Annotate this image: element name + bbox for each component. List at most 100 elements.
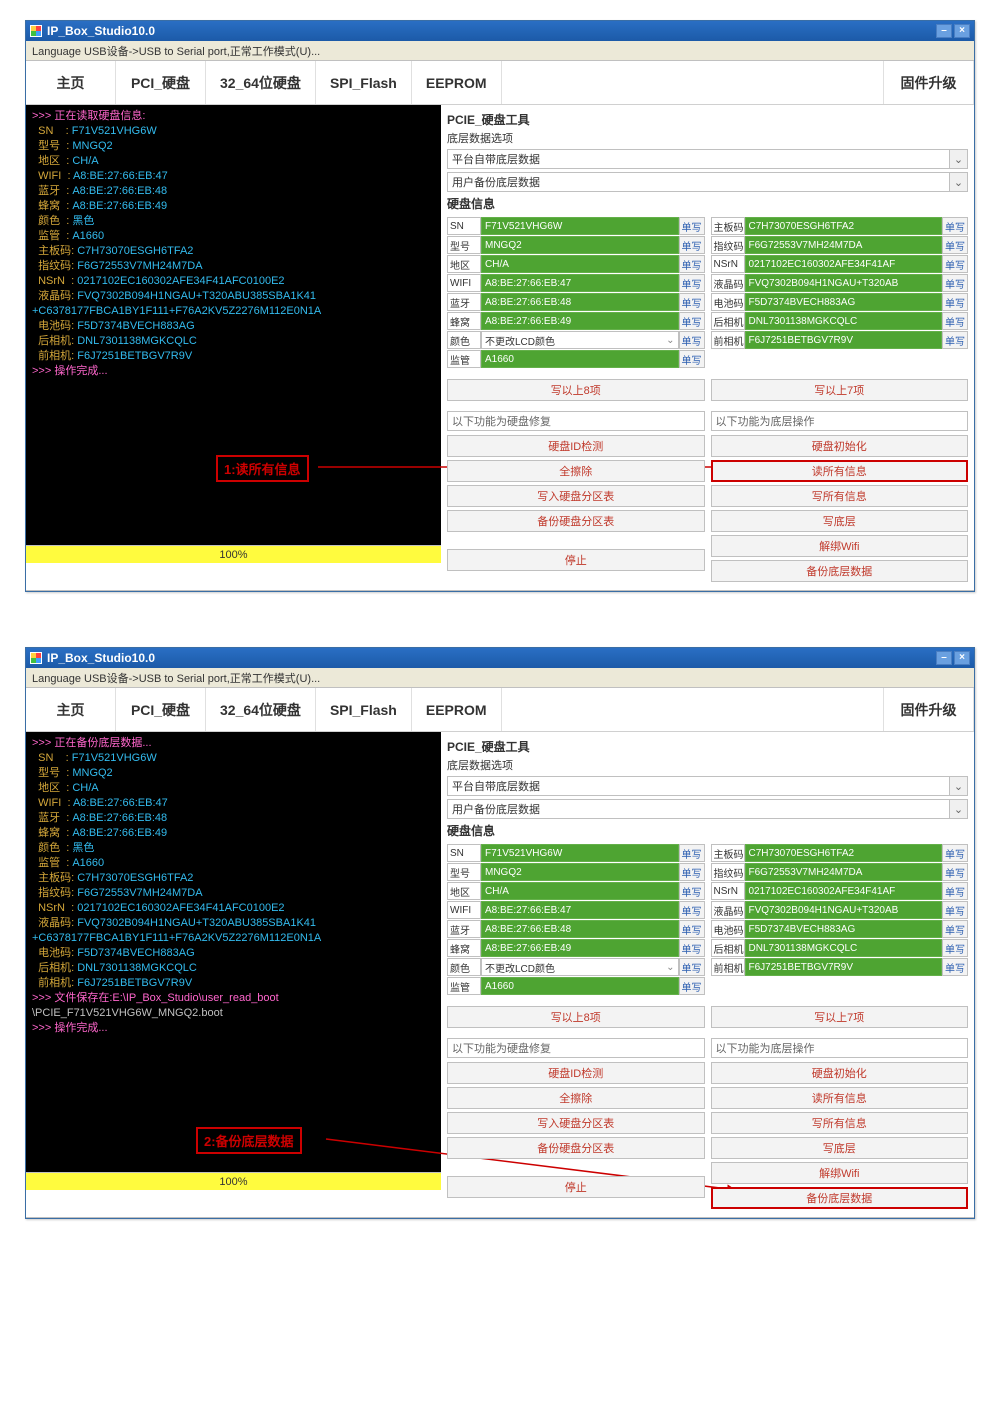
single-write-button[interactable]: 单写 <box>942 312 968 330</box>
field-label: NSrN <box>711 882 745 900</box>
write-7-button[interactable]: 写以上7项 <box>711 1006 969 1028</box>
menu-bar[interactable]: Language USB设备->USB to Serial port,正常工作模… <box>26 668 974 688</box>
single-write-button[interactable]: 单写 <box>942 293 968 311</box>
chevron-down-icon[interactable]: ⌄ <box>950 776 968 796</box>
repair-btn-1[interactable]: 全擦除 <box>447 1087 705 1109</box>
chevron-down-icon[interactable]: ⌄ <box>950 172 968 192</box>
user-backup-select[interactable]: 用户备份底层数据 <box>447 799 950 819</box>
tab-bits[interactable]: 32_64位硬盘 <box>206 61 316 104</box>
repair-btn-4[interactable]: 停止 <box>447 1176 705 1198</box>
minimize-button[interactable]: – <box>936 651 952 665</box>
repair-btn-2[interactable]: 写入硬盘分区表 <box>447 1112 705 1134</box>
single-write-button[interactable]: 单写 <box>679 274 705 292</box>
single-write-button[interactable]: 单写 <box>942 255 968 273</box>
lowlevel-btn-3[interactable]: 写底层 <box>711 1137 969 1159</box>
minimize-button[interactable]: – <box>936 24 952 38</box>
tab-pci[interactable]: PCI_硬盘 <box>116 688 206 731</box>
single-write-button[interactable]: 单写 <box>679 312 705 330</box>
single-write-button[interactable]: 单写 <box>942 331 968 349</box>
single-write-button[interactable]: 单写 <box>679 350 705 368</box>
single-write-button[interactable]: 单写 <box>942 217 968 235</box>
titlebar: IP_Box_Studio10.0 – × <box>26 21 974 41</box>
tab-home[interactable]: 主页 <box>26 61 116 104</box>
tab-eeprom[interactable]: EEPROM <box>412 688 502 731</box>
lowlevel-btn-4[interactable]: 解绑Wifi <box>711 1162 969 1184</box>
single-write-button[interactable]: 单写 <box>942 236 968 254</box>
lowlevel-btn-0[interactable]: 硬盘初始化 <box>711 1062 969 1084</box>
single-write-button[interactable]: 单写 <box>942 844 968 862</box>
window-title: IP_Box_Studio10.0 <box>47 24 155 38</box>
field-label: 前相机 <box>711 958 745 976</box>
single-write-button[interactable]: 单写 <box>942 939 968 957</box>
chevron-down-icon[interactable]: ⌄ <box>950 799 968 819</box>
platform-data-select[interactable]: 平台自带底层数据 <box>447 776 950 796</box>
single-write-button[interactable]: 单写 <box>679 882 705 900</box>
repair-btn-1[interactable]: 全擦除 <box>447 460 705 482</box>
single-write-button[interactable]: 单写 <box>679 293 705 311</box>
repair-btn-3[interactable]: 备份硬盘分区表 <box>447 1137 705 1159</box>
close-button[interactable]: × <box>954 24 970 38</box>
terminal-output: >>> 正在读取硬盘信息: SN : F71V521VHG6W 型号 : MNG… <box>26 105 441 545</box>
tab-spi[interactable]: SPI_Flash <box>316 61 412 104</box>
single-write-button[interactable]: 单写 <box>679 217 705 235</box>
field-value: A1660 <box>481 350 679 368</box>
field-label: 指纹码 <box>711 236 745 254</box>
lowlevel-btn-2[interactable]: 写所有信息 <box>711 485 969 507</box>
lowlevel-btn-0[interactable]: 硬盘初始化 <box>711 435 969 457</box>
single-write-button[interactable]: 单写 <box>942 274 968 292</box>
chevron-down-icon[interactable]: ⌄ <box>950 149 968 169</box>
tab-pci[interactable]: PCI_硬盘 <box>116 61 206 104</box>
user-backup-select[interactable]: 用户备份底层数据 <box>447 172 950 192</box>
write-7-button[interactable]: 写以上7项 <box>711 379 969 401</box>
field-value[interactable]: 不更改LCD颜色 <box>481 958 679 976</box>
single-write-button[interactable]: 单写 <box>942 958 968 976</box>
single-write-button[interactable]: 单写 <box>679 977 705 995</box>
field-label: 后相机 <box>711 939 745 957</box>
single-write-button[interactable]: 单写 <box>942 863 968 881</box>
repair-btn-3[interactable]: 备份硬盘分区表 <box>447 510 705 532</box>
single-write-button[interactable]: 单写 <box>679 920 705 938</box>
right-panel: PCIE_硬盘工具 底层数据选项 平台自带底层数据⌄ 用户备份底层数据⌄ 硬盘信… <box>441 105 974 590</box>
tab-firmware[interactable]: 固件升级 <box>884 688 974 731</box>
platform-data-select[interactable]: 平台自带底层数据 <box>447 149 950 169</box>
tab-home[interactable]: 主页 <box>26 688 116 731</box>
lowlevel-btn-2[interactable]: 写所有信息 <box>711 1112 969 1134</box>
menu-bar[interactable]: Language USB设备->USB to Serial port,正常工作模… <box>26 41 974 61</box>
repair-btn-2[interactable]: 写入硬盘分区表 <box>447 485 705 507</box>
single-write-button[interactable]: 单写 <box>679 331 705 349</box>
single-write-button[interactable]: 单写 <box>679 236 705 254</box>
tab-bits[interactable]: 32_64位硬盘 <box>206 688 316 731</box>
lowlevel-btn-5[interactable]: 备份底层数据 <box>711 560 969 582</box>
single-write-button[interactable]: 单写 <box>942 920 968 938</box>
lowlevel-btn-5[interactable]: 备份底层数据 <box>711 1187 969 1209</box>
lowlevel-btn-1[interactable]: 读所有信息 <box>711 1087 969 1109</box>
lowlevel-btn-1[interactable]: 读所有信息 <box>711 460 969 482</box>
single-write-button[interactable]: 单写 <box>679 255 705 273</box>
field-value[interactable]: 不更改LCD颜色 <box>481 331 679 349</box>
field-label: 后相机 <box>711 312 745 330</box>
write-8-button[interactable]: 写以上8项 <box>447 1006 705 1028</box>
single-write-button[interactable]: 单写 <box>679 901 705 919</box>
repair-btn-0[interactable]: 硬盘ID检测 <box>447 435 705 457</box>
single-write-button[interactable]: 单写 <box>679 844 705 862</box>
field-value: C7H73070ESGH6TFA2 <box>745 844 943 862</box>
write-8-button[interactable]: 写以上8项 <box>447 379 705 401</box>
tab-eeprom[interactable]: EEPROM <box>412 61 502 104</box>
lowlevel-btn-4[interactable]: 解绑Wifi <box>711 535 969 557</box>
app-icon <box>30 25 42 37</box>
single-write-button[interactable]: 单写 <box>679 863 705 881</box>
tab-spi[interactable]: SPI_Flash <box>316 688 412 731</box>
repair-section-header: 以下功能为硬盘修复 <box>447 411 705 431</box>
single-write-button[interactable]: 单写 <box>679 958 705 976</box>
single-write-button[interactable]: 单写 <box>942 882 968 900</box>
repair-btn-4[interactable]: 停止 <box>447 549 705 571</box>
field-label: 电池码 <box>711 920 745 938</box>
repair-btn-0[interactable]: 硬盘ID检测 <box>447 1062 705 1084</box>
single-write-button[interactable]: 单写 <box>942 901 968 919</box>
close-button[interactable]: × <box>954 651 970 665</box>
single-write-button[interactable]: 单写 <box>679 939 705 957</box>
app-icon <box>30 652 42 664</box>
field-value: A8:BE:27:66:EB:47 <box>481 901 679 919</box>
lowlevel-btn-3[interactable]: 写底层 <box>711 510 969 532</box>
tab-firmware[interactable]: 固件升级 <box>884 61 974 104</box>
